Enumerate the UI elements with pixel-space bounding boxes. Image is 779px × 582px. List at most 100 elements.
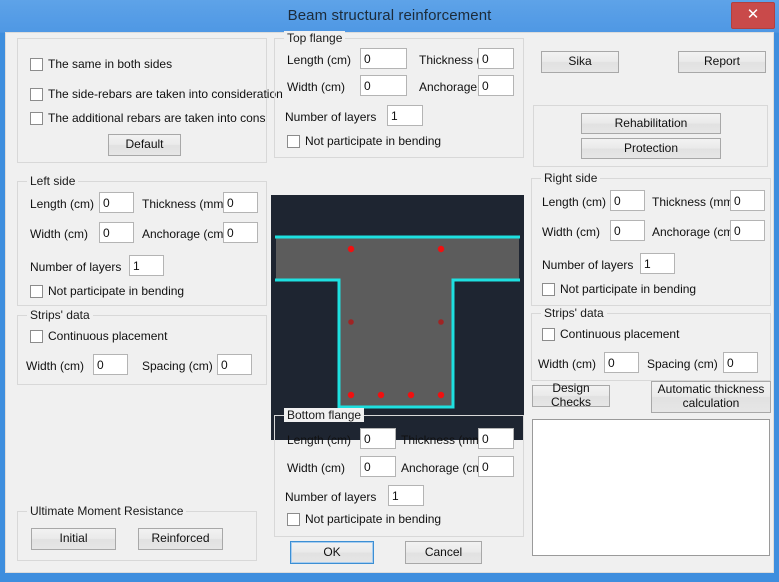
checkbox-box (30, 284, 43, 298)
top-flange-anchorage-input[interactable] (478, 75, 514, 96)
right-side-title: Right side (541, 171, 601, 185)
right-strips-width-input[interactable] (604, 352, 639, 373)
top-flange-length-input[interactable] (360, 48, 407, 69)
left-strips-width-input[interactable] (93, 354, 128, 375)
beam-section-svg (271, 195, 524, 440)
close-icon[interactable]: ✕ (731, 2, 775, 29)
left-strips-width-label: Width (cm) (26, 359, 84, 373)
left-side-layers-input[interactable] (129, 255, 164, 276)
top-flange-layers-label: Number of layers (285, 110, 377, 124)
top-flange-group: Top flange Length (cm) Thickness (mm) Wi… (274, 31, 524, 158)
right-side-width-input[interactable] (610, 220, 645, 241)
top-flange-width-label: Width (cm) (287, 80, 345, 94)
left-side-title: Left side (27, 174, 79, 188)
checkbox-label: Not participate in bending (305, 134, 442, 148)
right-side-thickness-label: Thickness (mm) (652, 195, 738, 209)
right-side-layers-input[interactable] (640, 253, 675, 274)
right-strips-title: Strips' data (541, 306, 607, 320)
right-strips-spacing-input[interactable] (723, 352, 758, 373)
protection-button[interactable]: Protection (581, 138, 721, 159)
bottom-flange-length-input[interactable] (360, 428, 396, 449)
left-strips-spacing-label: Spacing (cm) (142, 359, 213, 373)
bottom-flange-title: Bottom flange (284, 408, 365, 422)
rebar-dot (437, 391, 445, 399)
top-flange-length-label: Length (cm) (287, 53, 352, 67)
top-flange-thickness-input[interactable] (478, 48, 514, 69)
right-side-group: Right side Length (cm) Thickness (mm) Wi… (531, 171, 771, 306)
checkbox-side-rebars[interactable]: The side-rebars are taken into considera… (30, 87, 283, 101)
automatic-thickness-button[interactable]: Automatic thickness calculation (651, 381, 771, 413)
rebar-dot (377, 391, 385, 399)
right-side-anchorage-input[interactable] (730, 220, 765, 241)
top-flange-width-input[interactable] (360, 75, 407, 96)
top-flange-title: Top flange (284, 31, 346, 45)
title-bar: Beam structural reinforcement ✕ (0, 0, 779, 33)
checkbox-box (542, 327, 555, 341)
initial-button[interactable]: Initial (31, 528, 116, 550)
left-strips-spacing-input[interactable] (217, 354, 252, 375)
right-side-thickness-input[interactable] (730, 190, 765, 211)
left-side-anchorage-input[interactable] (223, 222, 258, 243)
cancel-button[interactable]: Cancel (405, 541, 482, 564)
right-strips-continuous-checkbox[interactable]: Continuous placement (542, 327, 679, 341)
left-side-thickness-input[interactable] (223, 192, 258, 213)
dialog-window: Beam structural reinforcement ✕ The same… (0, 0, 779, 582)
checkbox-label: Not participate in bending (560, 282, 697, 296)
bottom-flange-anchorage-input[interactable] (478, 456, 514, 477)
rebar-dot-side (438, 319, 444, 325)
right-side-layers-label: Number of layers (542, 258, 634, 272)
left-side-thickness-label: Thickness (mm) (142, 197, 228, 211)
window-title: Beam structural reinforcement (287, 7, 492, 24)
right-side-length-input[interactable] (610, 190, 645, 211)
checkbox-box (30, 329, 43, 343)
left-strips-continuous-checkbox[interactable]: Continuous placement (30, 329, 167, 343)
sika-button[interactable]: Sika (541, 51, 619, 73)
reinforced-button[interactable]: Reinforced (138, 528, 223, 550)
right-side-anchorage-label: Anchorage (cm) (652, 225, 738, 239)
bottom-flange-anchorage-label: Anchorage (cm) (401, 461, 487, 475)
rebar-dot-side (348, 319, 354, 325)
report-button[interactable]: Report (678, 51, 766, 73)
bottom-flange-layers-input[interactable] (388, 485, 424, 506)
rebar-dot (347, 391, 355, 399)
checkbox-same-both-sides[interactable]: The same in both sides (30, 57, 172, 71)
rehabilitation-button[interactable]: Rehabilitation (581, 113, 721, 134)
checkbox-box (30, 57, 43, 71)
left-strips-group: Strips' data Continuous placement Width … (17, 308, 267, 385)
checkbox-box (30, 87, 43, 101)
left-side-not-bending-checkbox[interactable]: Not participate in bending (30, 284, 184, 298)
right-side-width-label: Width (cm) (542, 225, 600, 239)
bottom-flange-not-bending-checkbox[interactable]: Not participate in bending (287, 512, 441, 526)
checkbox-additional-rebars[interactable]: The additional rebars are taken into con… (30, 111, 266, 125)
design-checks-button[interactable]: Design Checks (532, 381, 610, 409)
left-side-anchorage-label: Anchorage (cm) (142, 227, 228, 241)
left-side-length-input[interactable] (99, 192, 134, 213)
left-side-layers-label: Number of layers (30, 260, 122, 274)
left-side-width-label: Width (cm) (30, 227, 88, 241)
bottom-flange-length-label: Length (cm) (287, 433, 352, 447)
checkbox-label: Not participate in bending (305, 512, 442, 526)
beam-section-drawing (271, 195, 524, 440)
left-side-length-label: Length (cm) (30, 197, 95, 211)
checkbox-label: Continuous placement (48, 329, 168, 343)
moment-resistance-group: Ultimate Moment Resistance Initial Reinf… (17, 504, 257, 561)
bottom-flange-group: Bottom flange Length (cm) Thickness (mm)… (274, 408, 524, 537)
checkbox-label: Not participate in bending (48, 284, 185, 298)
ok-button[interactable]: OK (290, 541, 374, 564)
left-strips-title: Strips' data (27, 308, 93, 322)
checkbox-label: The additional rebars are taken into con… (48, 111, 266, 125)
bottom-flange-thickness-input[interactable] (478, 428, 514, 449)
top-flange-layers-input[interactable] (387, 105, 423, 126)
right-strips-group: Strips' data Continuous placement Width … (531, 306, 771, 381)
left-side-width-input[interactable] (99, 222, 134, 243)
dialog-client-area: The same in both sides The side-rebars a… (5, 31, 774, 573)
right-side-not-bending-checkbox[interactable]: Not participate in bending (542, 282, 696, 296)
checkbox-box (542, 282, 555, 296)
top-flange-not-bending-checkbox[interactable]: Not participate in bending (287, 134, 441, 148)
checkbox-box (287, 134, 300, 148)
default-button[interactable]: Default (108, 134, 181, 156)
bottom-flange-width-input[interactable] (360, 456, 396, 477)
right-strips-spacing-label: Spacing (cm) (647, 357, 718, 371)
results-listbox[interactable] (532, 419, 770, 556)
bottom-flange-width-label: Width (cm) (287, 461, 345, 475)
